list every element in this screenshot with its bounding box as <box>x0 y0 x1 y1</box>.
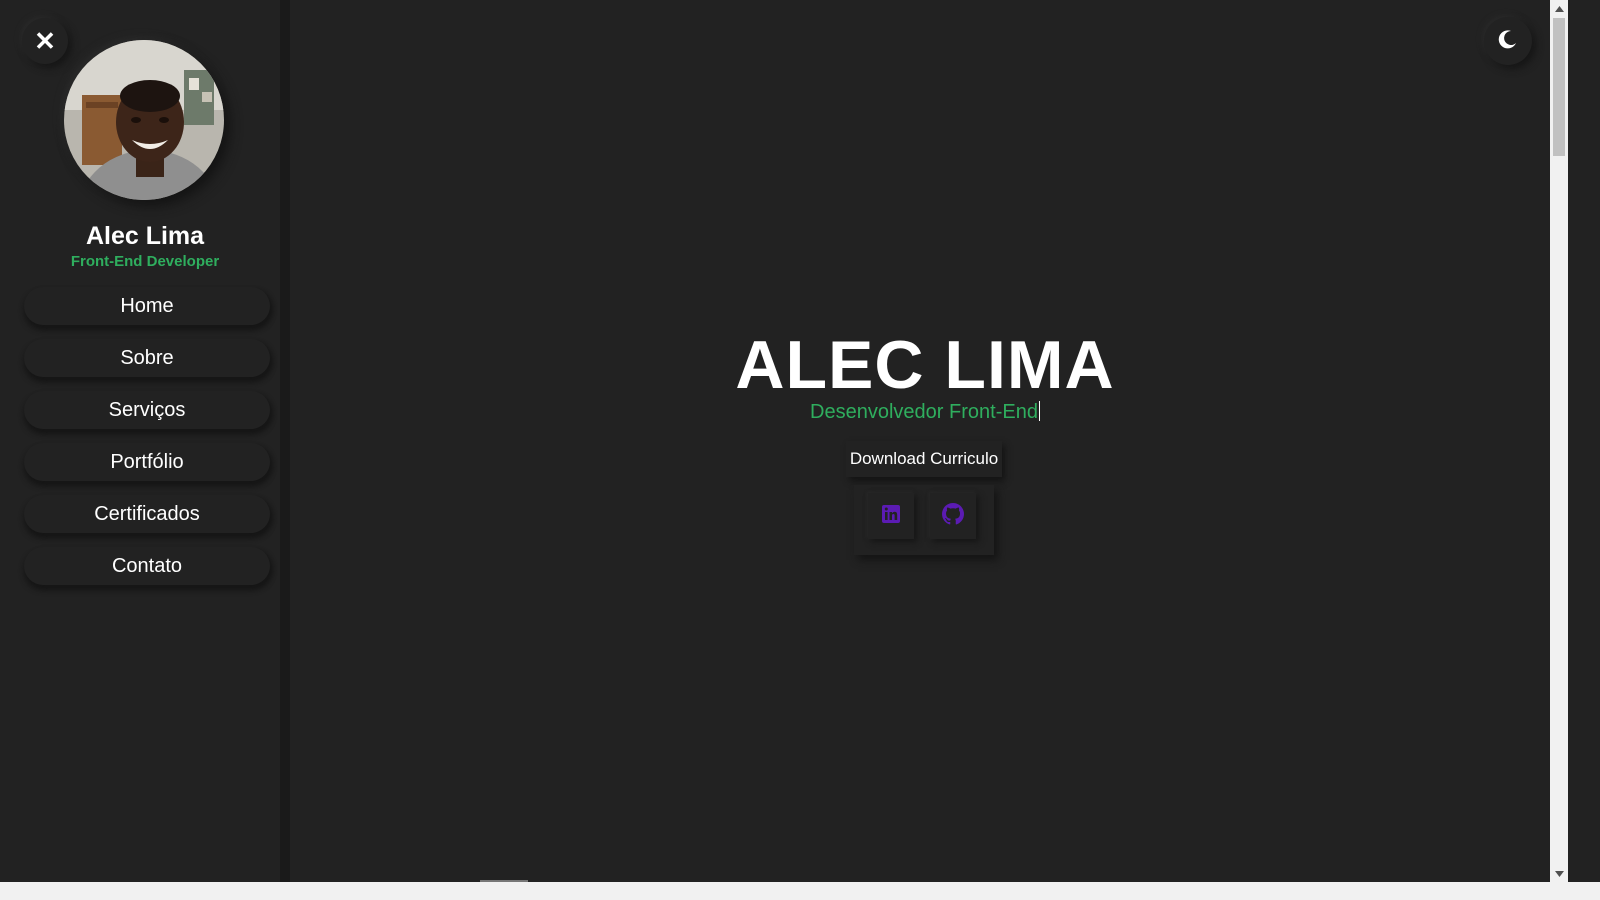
sidebar-nav: Home Sobre Serviços Portfólio Certificad… <box>24 287 270 599</box>
vertical-scrollbar[interactable] <box>1550 0 1568 882</box>
typing-cursor <box>1038 401 1040 421</box>
close-icon: ✕ <box>34 25 56 56</box>
social-links <box>854 485 994 555</box>
horizontal-scrollbar[interactable] <box>0 882 1600 900</box>
moon-icon <box>1498 29 1518 54</box>
nav-item-portfolio[interactable]: Portfólio <box>24 443 270 481</box>
scroll-down-arrow[interactable] <box>1550 865 1568 882</box>
close-sidebar-button[interactable]: ✕ <box>22 18 68 64</box>
profile-role: Front-End Developer <box>70 253 220 270</box>
theme-toggle-button[interactable] <box>1484 17 1532 65</box>
nav-item-certificados[interactable]: Certificados <box>24 495 270 533</box>
horizontal-scrollbar-thumb[interactable] <box>480 880 528 882</box>
nav-item-home[interactable]: Home <box>24 287 270 325</box>
linkedin-button[interactable] <box>868 493 914 539</box>
scroll-up-arrow[interactable] <box>1550 0 1568 17</box>
linkedin-icon <box>881 504 901 529</box>
download-cv-button[interactable]: Download Curriculo <box>846 441 1002 477</box>
github-icon <box>942 502 964 530</box>
hero-subtitle-text: Desenvolvedor Front-End <box>810 401 1038 423</box>
github-button[interactable] <box>930 493 976 539</box>
avatar <box>64 40 224 200</box>
sidebar: ✕ Alec Lima Front-End Developer Home Sob… <box>0 0 290 900</box>
scrollbar-thumb[interactable] <box>1553 18 1565 156</box>
nav-item-sobre[interactable]: Sobre <box>24 339 270 377</box>
hero-subtitle: Desenvolvedor Front-End <box>300 401 1550 424</box>
profile-name: Alec Lima <box>85 222 205 250</box>
nav-item-servicos[interactable]: Serviços <box>24 391 270 429</box>
nav-item-contato[interactable]: Contato <box>24 547 270 585</box>
hero-title: ALEC LIMA <box>735 327 1115 403</box>
